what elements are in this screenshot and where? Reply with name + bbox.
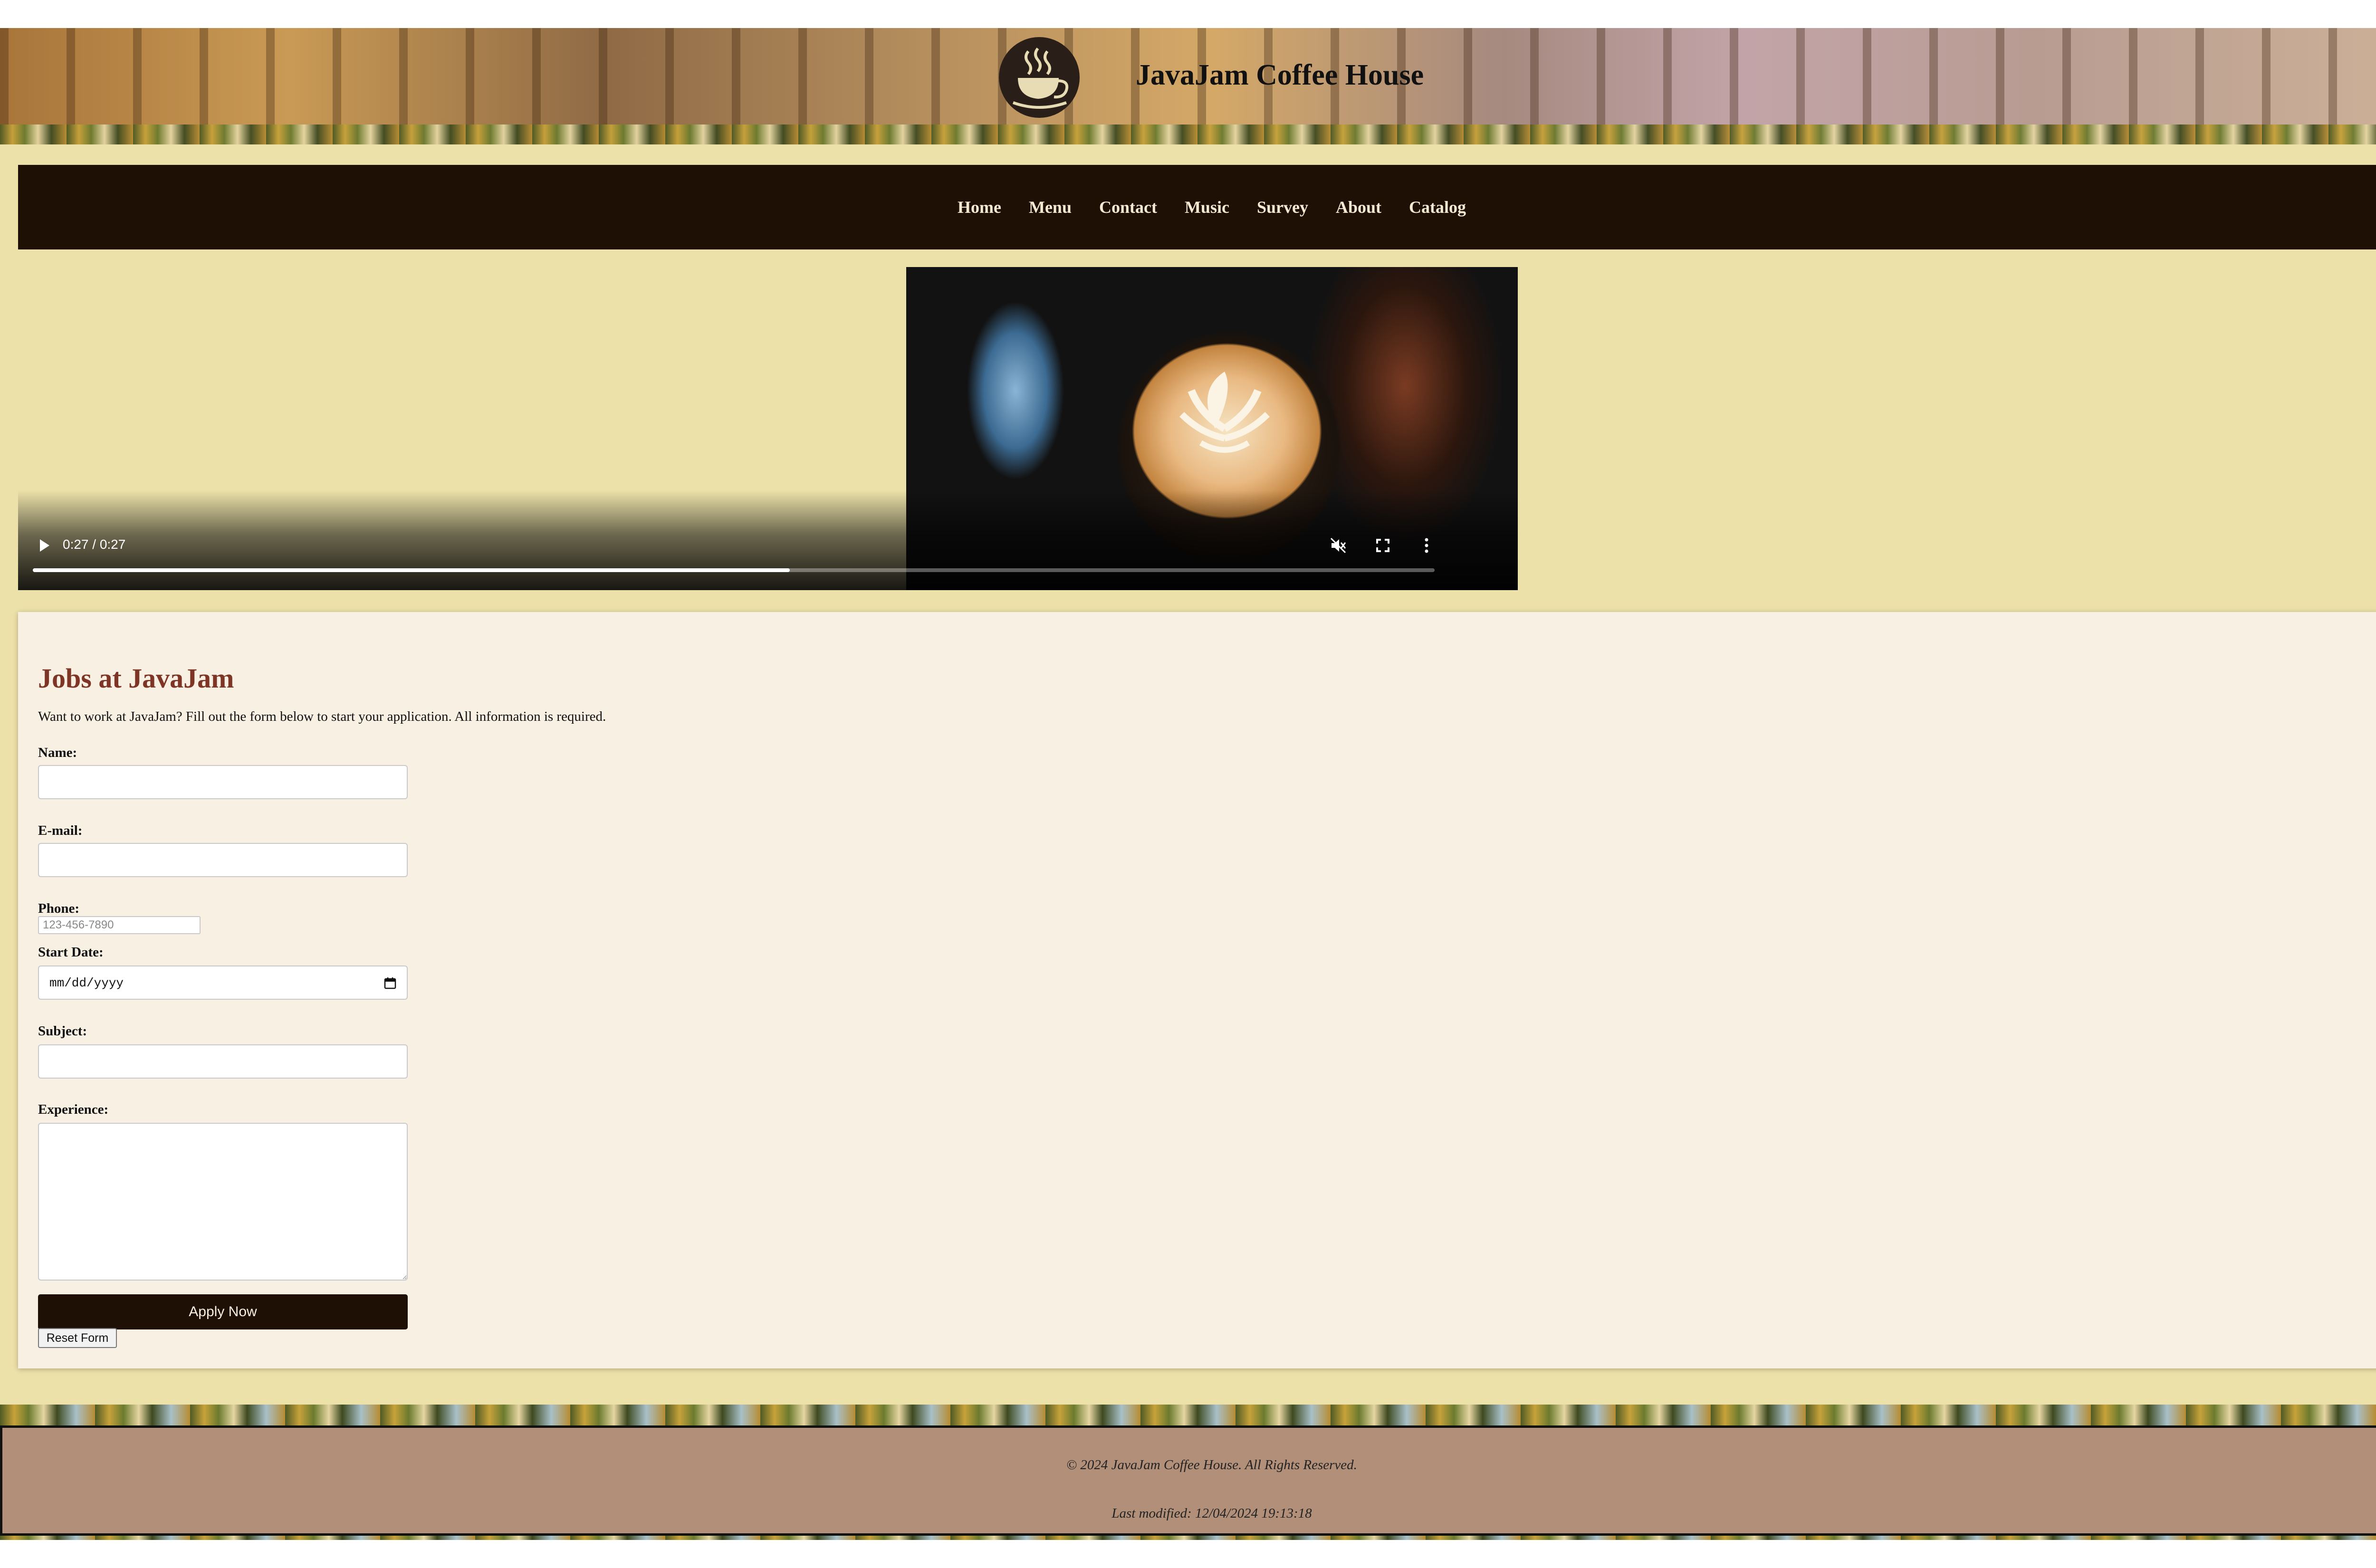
name-field[interactable] <box>38 765 408 799</box>
nav-home[interactable]: Home <box>958 198 1001 217</box>
apply-now-button[interactable]: Apply Now <box>38 1294 408 1329</box>
video-player[interactable]: 0:27 / 0:27 <box>18 267 1518 590</box>
nav-about[interactable]: About <box>1336 198 1381 217</box>
last-modified-text: Last modified: 12/04/2024 19:13:18 <box>1111 1506 1312 1521</box>
subject-field[interactable] <box>38 1044 408 1079</box>
nav-contact[interactable]: Contact <box>1099 198 1157 217</box>
video-controls-bar <box>18 490 1518 590</box>
fullscreen-icon[interactable] <box>1370 533 1395 558</box>
copyright-text: © 2024 JavaJam Coffee House. All Rights … <box>1066 1457 1357 1472</box>
header-banner-image <box>0 124 2376 144</box>
reset-form-button[interactable]: Reset Form <box>38 1328 117 1348</box>
site-footer: © 2024 JavaJam Coffee House. All Rights … <box>0 1425 2376 1536</box>
footer-banner-image: © 2024 JavaJam Coffee House. All Rights … <box>0 1405 2376 1540</box>
more-options-icon[interactable] <box>1414 533 1439 558</box>
mute-icon[interactable] <box>1326 533 1351 558</box>
phone-field[interactable] <box>38 916 201 934</box>
name-label: Name: <box>38 745 77 760</box>
nav-music[interactable]: Music <box>1185 198 1229 217</box>
video-progress-bar[interactable] <box>33 568 1435 572</box>
nav-survey[interactable]: Survey <box>1257 198 1308 217</box>
start-date-field[interactable]: mm/dd/yyyy <box>38 966 408 1000</box>
video-time: 0:27 / 0:27 <box>63 537 126 552</box>
nav-menu[interactable]: Menu <box>1029 198 1072 217</box>
start-date-label: Start Date: <box>38 945 104 960</box>
jobs-section: Jobs at JavaJam Want to work at JavaJam?… <box>18 612 2376 1368</box>
phone-label: Phone: <box>38 901 79 916</box>
email-label: E-mail: <box>38 823 83 838</box>
coffee-cup-icon[interactable] <box>999 37 1080 118</box>
calendar-icon[interactable] <box>384 977 396 989</box>
jobs-intro: Want to work at JavaJam? Fill out the fo… <box>38 709 606 724</box>
experience-label: Experience: <box>38 1102 109 1117</box>
start-date-value: mm/dd/yyyy <box>49 976 124 990</box>
email-field[interactable] <box>38 843 408 877</box>
nav-catalog[interactable]: Catalog <box>1409 198 1466 217</box>
page-body: Home Menu Contact Music Survey About Cat… <box>0 144 2376 1405</box>
site-header: JavaJam Coffee House <box>0 28 2376 144</box>
jobs-heading: Jobs at JavaJam <box>38 663 234 694</box>
main-nav: Home Menu Contact Music Survey About Cat… <box>18 165 2376 249</box>
site-title: JavaJam Coffee House <box>1136 59 1424 91</box>
play-icon[interactable] <box>35 536 54 555</box>
subject-label: Subject: <box>38 1023 87 1039</box>
video-progress-fill <box>33 568 790 572</box>
experience-field[interactable] <box>38 1123 408 1281</box>
